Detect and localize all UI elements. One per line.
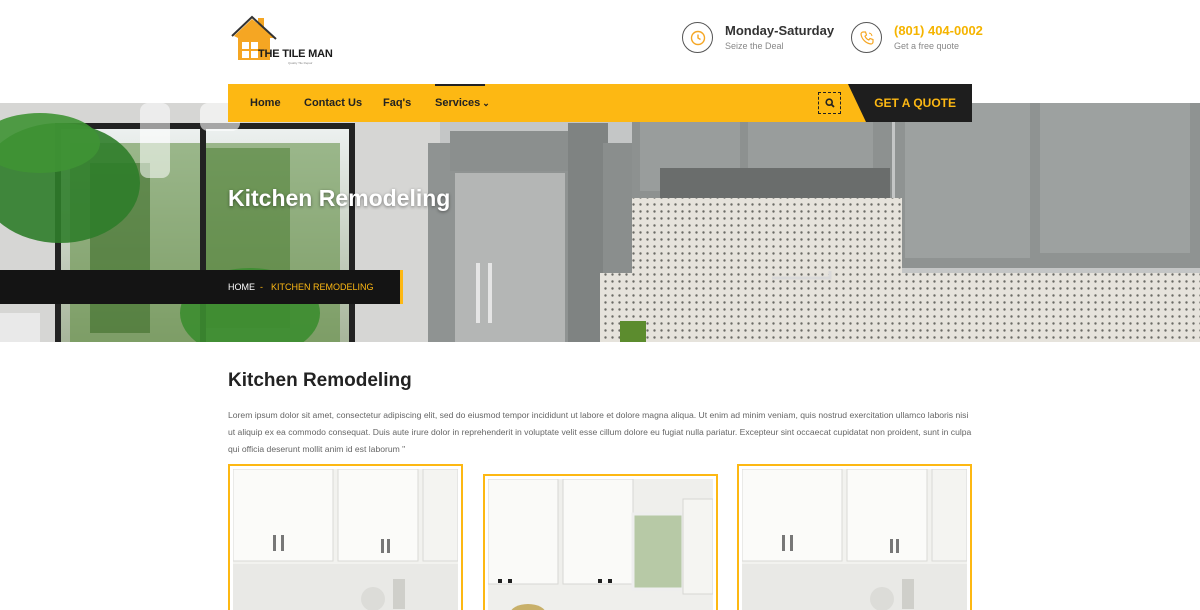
chevron-down-icon: ⌄	[482, 98, 490, 108]
search-button[interactable]	[818, 92, 841, 114]
kitchen-cabinet-image	[233, 469, 458, 610]
gallery-image-1-frame	[233, 469, 458, 610]
clock-icon	[682, 22, 713, 53]
phone-number[interactable]: (801) 404-0002	[894, 23, 983, 38]
phone-icon	[851, 22, 882, 53]
hours-subtitle: Seize the Deal	[725, 41, 784, 51]
nav-home[interactable]: Home	[250, 84, 281, 122]
breadcrumb-separator: -	[260, 282, 263, 292]
content-paragraph: Lorem ipsum dolor sit amet, consectetur …	[228, 410, 972, 454]
breadcrumb-home[interactable]: HOME	[228, 270, 255, 304]
kitchen-cabinet-image-2	[742, 469, 967, 610]
nav-faqs[interactable]: Faq's	[383, 84, 411, 122]
nav-contact-us[interactable]: Contact Us	[304, 84, 362, 122]
hero-banner: Kitchen Remodeling HOME - KITCHEN REMODE…	[0, 103, 1200, 342]
site-header: THE TILE MAN Quality Tile Repair Monday-…	[0, 0, 1200, 84]
site-logo[interactable]: THE TILE MAN Quality Tile Repair	[230, 14, 333, 65]
gallery-image-3[interactable]	[737, 464, 972, 610]
hero-title: Kitchen Remodeling	[228, 185, 451, 211]
gallery-image-2[interactable]	[483, 474, 718, 610]
logo-tagline: Quality Tile Repair	[288, 61, 313, 65]
breadcrumb: HOME - KITCHEN REMODELING	[0, 270, 403, 304]
kitchen-window-image	[488, 479, 713, 610]
search-icon	[824, 98, 835, 108]
breadcrumb-current: KITCHEN REMODELING	[271, 282, 374, 292]
content-title: Kitchen Remodeling	[228, 370, 412, 391]
get-a-quote-label: GET A QUOTE	[874, 96, 956, 110]
get-a-quote-button[interactable]: GET A QUOTE	[848, 84, 972, 122]
logo-text: THE TILE MAN	[258, 48, 333, 60]
hours-title: Monday-Saturday	[725, 23, 835, 38]
gallery-image-3-frame	[742, 469, 967, 610]
gallery-image-1[interactable]	[228, 464, 463, 610]
main-nav: Home Contact Us Faq's Services ⌄ GET A QU…	[228, 84, 972, 122]
phone-subtitle: Get a free quote	[894, 41, 960, 51]
nav-services[interactable]: Services ⌄	[435, 84, 490, 122]
kitchen-hero-image	[0, 103, 1200, 342]
nav-services-label: Services	[435, 97, 481, 109]
gallery-image-2-frame	[488, 479, 713, 610]
